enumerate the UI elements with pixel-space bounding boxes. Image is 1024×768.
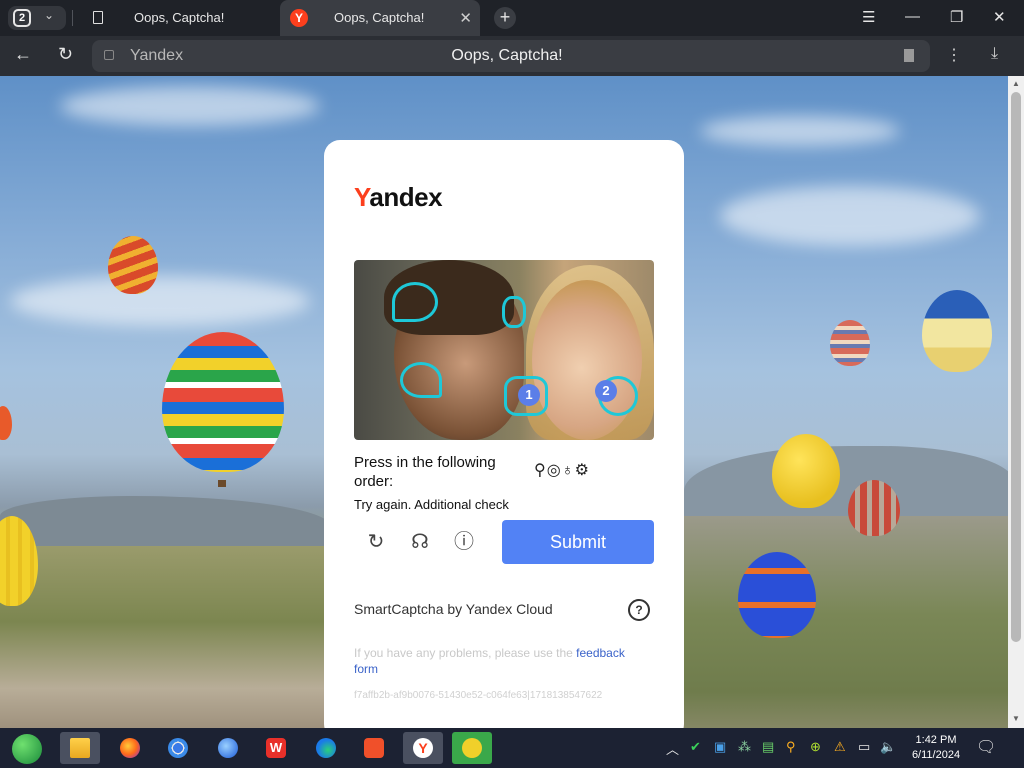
document-icon [93,11,103,24]
download-manager-icon[interactable]: ▤ [762,739,774,755]
balloon [830,320,870,366]
scroll-down-icon[interactable]: ▼ [1012,714,1020,723]
new-tab-button[interactable]: + [494,7,516,29]
edge-button[interactable] [306,732,346,764]
tab-count: 2 [13,9,31,27]
valley [0,546,330,728]
balloon [0,406,12,440]
captcha-image[interactable]: 1 2 [354,260,654,440]
chrome-icon [168,738,188,758]
wps-office-button[interactable]: W [256,732,296,764]
volume-muted-icon[interactable]: 🔈 [880,739,896,755]
file-explorer-button[interactable] [60,732,100,764]
request-id: f7affb2b-af9b0076-51430e52-c064fe63|1718… [354,690,603,701]
valley [684,516,1008,728]
clock-time: 1:42 PM [915,734,957,746]
info-icon[interactable]: ⓘ [450,528,478,556]
shape-mark-icon[interactable] [400,362,442,398]
chevron-down-icon: ⌄ [44,8,55,22]
cloud [700,116,900,146]
thunderbird-icon [218,738,238,758]
warning-icon[interactable]: ⚠ [834,739,846,755]
balloon [108,236,158,294]
start-orb-icon [12,734,42,764]
back-arrow-icon[interactable]: ← [14,44,32,65]
system-clock[interactable]: 1:42 PM 6/11/2024 [900,733,972,763]
taskbar: W Y ︿ ✔ ▣ ⁂ ▤ ⚲ ⊕ ⚠ ▭ 🔈 1:42 PM 6/11/202… [0,728,1024,768]
chrome-button[interactable] [158,732,198,764]
captcha-instruction: Press in the following order: [354,454,496,490]
refresh-icon[interactable]: ↻ [362,528,390,556]
close-window-icon[interactable]: ✕ [993,8,1006,26]
sync-icon[interactable]: ▣ [714,739,726,755]
audio-headphones-icon[interactable]: ☊ [406,528,434,556]
cloud [720,186,980,246]
yandex-browser-button[interactable]: Y [403,732,443,764]
thunderbird-button[interactable] [208,732,248,764]
address-toolbar: ← ↻ Yandex Oops, Captcha! ⋮ ⤓ [0,36,1024,76]
minimize-icon[interactable]: — [905,8,920,25]
woman-portrait [532,280,642,440]
search-icon[interactable]: ⚲ [786,739,796,755]
shape-mark-icon[interactable] [392,282,438,322]
firefox-button[interactable] [110,732,150,764]
address-bar[interactable]: Yandex Oops, Captcha! [92,40,930,72]
download-icon[interactable]: ⤓ [991,45,998,63]
brave-icon [364,738,384,758]
balloon [738,552,816,638]
clock-date: 6/11/2024 [911,749,961,761]
order-mark-1: 1 [518,384,540,406]
tab-counter-button[interactable]: 2 ⌄ [8,6,66,30]
folder-icon [70,738,90,758]
tab-close-icon[interactable]: ✕ [459,9,472,27]
tab-title: Oops, Captcha! [134,10,225,25]
network-icon[interactable]: ▭ [858,739,870,755]
green-plus-icon [462,738,482,758]
start-button[interactable] [8,732,48,764]
captcha-card: Yandex 1 2 Press in the following order:… [324,140,684,740]
tab-strip: 2 ⌄ Oops, Captcha! Y Oops, Captcha! ✕ + … [0,0,1024,36]
cloud [10,276,310,326]
balloon [922,290,992,372]
order-mark-2: 2 [595,380,617,402]
balloon [848,480,900,536]
yandex-logo: Yandex [354,182,443,212]
balloon [772,434,840,508]
scroll-up-icon[interactable]: ▲ [1012,79,1020,88]
tab-separator [72,10,73,26]
scrollbar-thumb[interactable] [1011,92,1021,642]
balloon [162,332,284,472]
problems-note: If you have any problems, please use the… [354,646,625,676]
network-share-icon[interactable]: ⁂ [738,739,751,755]
show-hidden-icons-icon[interactable]: ︿ [666,739,679,758]
reload-icon[interactable]: ↻ [58,44,73,65]
smartcaptcha-brand: SmartCaptcha by Yandex Cloud [354,601,553,617]
task-symbols: ⚲◎♁⚙ [534,462,591,479]
edge-icon [316,738,336,758]
balloon-basket [218,480,226,487]
yandex-icon: Y [290,9,308,27]
shape-mark-icon[interactable] [502,296,526,328]
tab-title: Oops, Captcha! [334,10,425,25]
restore-icon[interactable]: ❐ [950,8,963,26]
help-icon[interactable]: ? [628,599,650,621]
firefox-icon [120,738,140,758]
notifications-icon[interactable]: 🗨 [976,737,996,757]
cloud [60,86,320,126]
tab-2-active[interactable]: Y Oops, Captcha! ✕ [280,0,480,36]
more-options-icon[interactable]: ⋮ [946,45,962,65]
app-button[interactable] [452,732,492,764]
menu-icon[interactable]: ☰ [862,8,875,26]
bookmark-icon[interactable] [904,49,914,62]
hill [0,496,330,546]
yandex-browser-icon: Y [413,738,433,758]
plus-circle-icon[interactable]: ⊕ [810,739,821,755]
retry-message: Try again. Additional check [354,497,509,512]
address-page-title: Oops, Captcha! [451,47,563,64]
shield-check-icon[interactable]: ✔ [690,739,701,755]
wps-icon: W [266,738,286,758]
tab-1[interactable]: Oops, Captcha! [80,0,276,36]
submit-button[interactable]: Submit [502,520,654,564]
brave-button[interactable] [354,732,394,764]
